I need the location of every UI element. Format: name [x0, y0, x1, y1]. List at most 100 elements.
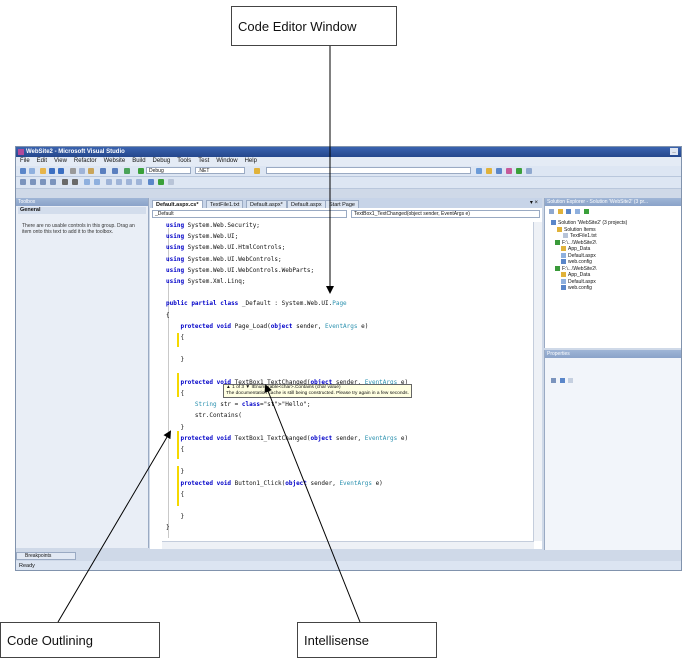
decrease-indent-icon[interactable]	[62, 179, 68, 185]
solution-tree-item[interactable]: App_Data	[561, 246, 590, 252]
tab-default-aspx[interactable]: Default.aspx	[287, 200, 326, 208]
solution-tree-item[interactable]: Solution 'WebSite2' (3 projects)	[551, 220, 627, 226]
add-item-icon[interactable]	[29, 168, 35, 174]
code-line[interactable]: str.Contains(	[166, 412, 242, 420]
code-line[interactable]: }	[166, 468, 184, 476]
close-tab-icon[interactable]: ▾ ×	[530, 199, 538, 206]
code-line[interactable]: }	[166, 424, 184, 432]
start-page-icon[interactable]	[526, 168, 532, 174]
solution-tree-item[interactable]: TextFile1.txt	[563, 233, 597, 239]
alphabetical-icon[interactable]	[559, 378, 565, 383]
properties-icon[interactable]	[549, 209, 554, 214]
categorized-icon[interactable]	[551, 378, 556, 383]
find-combo[interactable]	[266, 167, 471, 174]
member-combo[interactable]: TextBox1_TextChanged(object sender, Even…	[351, 210, 540, 218]
vertical-scrollbar[interactable]	[533, 222, 542, 541]
menu-file[interactable]: File	[20, 157, 30, 166]
find-icon[interactable]	[254, 168, 260, 174]
find-in-files-icon[interactable]	[476, 168, 482, 174]
parameter-info-icon[interactable]	[30, 179, 36, 185]
solution-tree-item[interactable]: F:\...\WebSite2\	[555, 240, 596, 246]
quick-info-icon[interactable]	[40, 179, 46, 185]
cut-icon[interactable]	[70, 168, 76, 174]
code-line[interactable]: {	[166, 446, 184, 454]
previous-bookmark-icon[interactable]	[116, 179, 122, 185]
minimize-button[interactable]: _	[670, 148, 678, 155]
next-bookmark-icon[interactable]	[126, 179, 132, 185]
menu-view[interactable]: View	[54, 157, 67, 166]
menu-edit[interactable]: Edit	[37, 157, 47, 166]
tab-default-aspx-modified[interactable]: Default.aspx*	[246, 200, 287, 208]
redo-icon[interactable]	[112, 168, 118, 174]
menu-website[interactable]: Website	[104, 157, 126, 166]
solution-tree-item[interactable]: F:\...\WebSite2\	[555, 266, 596, 272]
menu-refactor[interactable]: Refactor	[74, 157, 97, 166]
start-debugging-icon[interactable]	[138, 168, 144, 174]
solution-tree-item[interactable]: Default.aspx	[561, 279, 596, 285]
code-line[interactable]: protected void Page_Load(object sender, …	[166, 323, 368, 331]
menu-window[interactable]: Window	[216, 157, 237, 166]
toolbox-group-general[interactable]: General	[18, 207, 146, 214]
solution-platform-select[interactable]: .NET	[195, 167, 245, 174]
tab-default-aspx-cs[interactable]: Default.aspx.cs*	[152, 200, 203, 208]
menu-build[interactable]: Build	[132, 157, 145, 166]
code-line[interactable]: }	[166, 524, 170, 532]
open-folder-icon[interactable]	[40, 168, 46, 174]
code-line[interactable]: {	[166, 390, 184, 398]
code-line[interactable]: using System.Web.UI.WebControls;	[166, 256, 282, 264]
code-line[interactable]: }	[166, 356, 184, 364]
paste-icon[interactable]	[88, 168, 94, 174]
code-line[interactable]: using System.Web.UI.WebControls.WebParts…	[166, 267, 314, 275]
toolbox-icon[interactable]	[516, 168, 522, 174]
code-line[interactable]: public partial class _Default : System.W…	[166, 300, 347, 308]
code-line[interactable]: using System.Web.UI;	[166, 233, 238, 241]
view-designer-icon[interactable]	[583, 209, 589, 214]
code-line[interactable]: protected void TextBox1_TextChanged(obje…	[166, 435, 408, 443]
solution-tree-item[interactable]: Default.aspx	[561, 253, 596, 259]
clear-bookmarks-icon[interactable]	[136, 179, 142, 185]
undo-icon[interactable]	[100, 168, 106, 174]
display-object-info-icon[interactable]	[20, 179, 26, 185]
tab-textfile1[interactable]: TextFile1.txt	[206, 200, 244, 208]
uncomment-icon[interactable]	[94, 179, 100, 185]
copy-icon[interactable]	[79, 168, 85, 174]
increase-indent-icon[interactable]	[72, 179, 78, 185]
solution-explorer-icon[interactable]	[486, 168, 492, 174]
solution-tree-item[interactable]: web.config	[561, 259, 592, 265]
code-line[interactable]: using System.Web.UI.HtmlControls;	[166, 244, 285, 252]
menu-help[interactable]: Help	[245, 157, 257, 166]
tab-start-page[interactable]: Start Page	[325, 200, 359, 208]
toggle-bookmark-icon[interactable]	[106, 179, 112, 185]
code-line[interactable]: {	[166, 491, 184, 499]
menu-tools[interactable]: Tools	[177, 157, 191, 166]
code-line[interactable]: protected void Button1_Click(object send…	[166, 480, 382, 488]
save-icon[interactable]	[49, 168, 55, 174]
complete-word-icon[interactable]	[50, 179, 56, 185]
menu-debug[interactable]: Debug	[153, 157, 171, 166]
properties-window-icon[interactable]	[496, 168, 502, 174]
save-all-icon[interactable]	[58, 168, 64, 174]
toolbar-options-icon[interactable]	[168, 179, 174, 185]
solution-tree-item[interactable]: Solution Items	[557, 227, 596, 233]
next-bookmark-folder-icon[interactable]	[158, 179, 164, 185]
horizontal-scrollbar[interactable]	[162, 541, 534, 549]
navigate-icon[interactable]	[124, 168, 130, 174]
bookmark-folder-icon[interactable]	[148, 179, 154, 185]
solution-configuration-select[interactable]: Debug	[146, 167, 191, 174]
code-line[interactable]: using System.Web.Security;	[166, 222, 260, 230]
class-combo[interactable]: _Default	[152, 210, 347, 218]
refresh-icon[interactable]	[566, 209, 572, 214]
code-line[interactable]: using System.Xml.Linq;	[166, 278, 245, 286]
code-line[interactable]: }	[166, 513, 184, 521]
code-line[interactable]: {	[166, 334, 184, 342]
solution-tree-item[interactable]: web.config	[561, 285, 592, 291]
comment-out-icon[interactable]	[84, 179, 90, 185]
property-pages-icon[interactable]	[568, 378, 574, 383]
new-project-icon[interactable]	[20, 168, 26, 174]
breakpoints-tab[interactable]: Breakpoints	[16, 552, 76, 560]
solution-tree-item[interactable]: App_Data	[561, 272, 590, 278]
view-code-icon[interactable]	[575, 209, 581, 214]
show-all-files-icon[interactable]	[557, 209, 563, 214]
code-line[interactable]: String str = class="st">"Hello";	[166, 401, 311, 409]
code-line[interactable]: {	[166, 312, 170, 320]
